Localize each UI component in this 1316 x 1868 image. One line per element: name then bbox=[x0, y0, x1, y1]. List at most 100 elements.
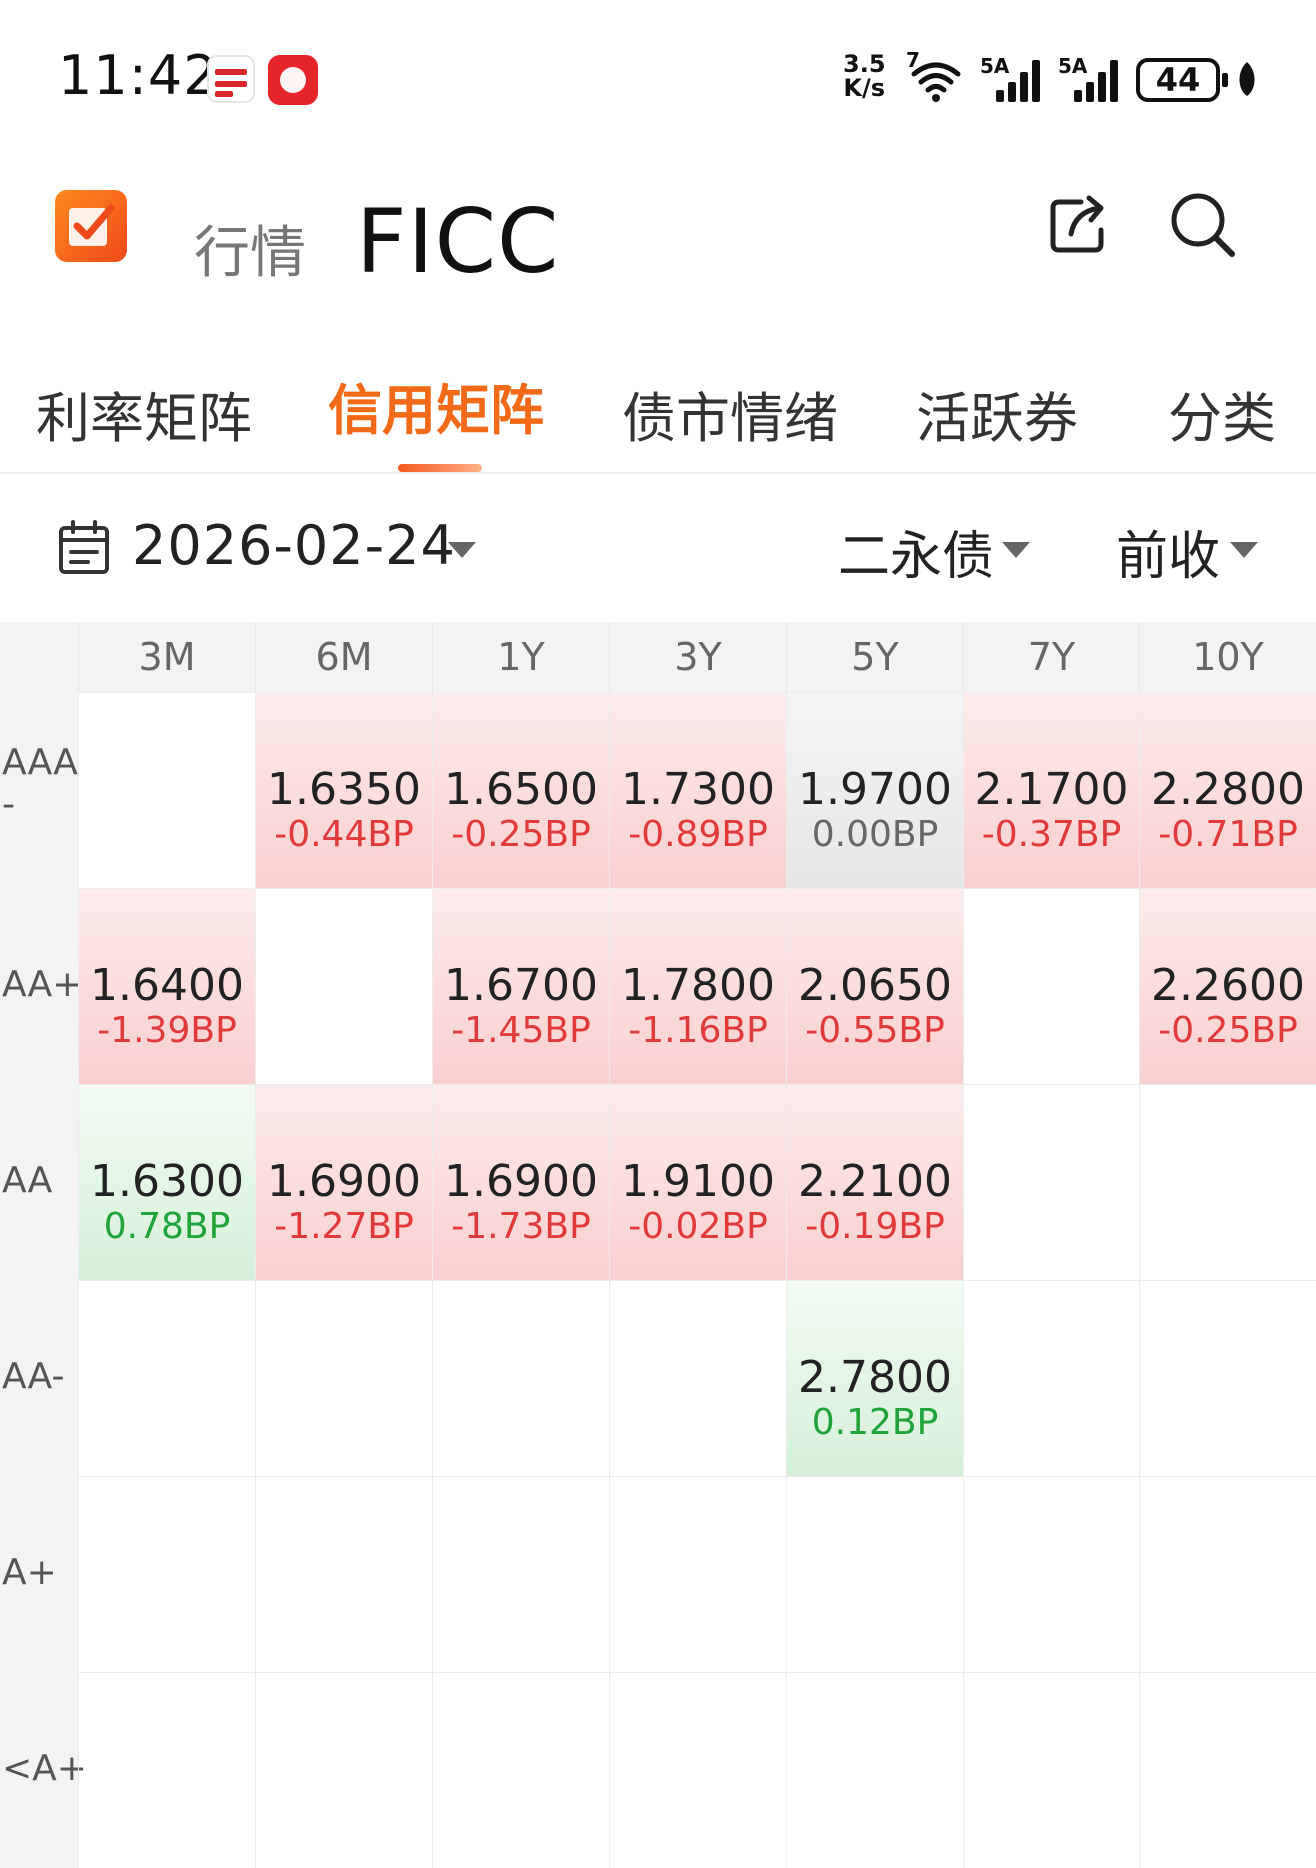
search-icon[interactable] bbox=[1168, 190, 1238, 260]
change-value: -0.37BP bbox=[981, 814, 1122, 855]
change-value: -0.25BP bbox=[451, 814, 591, 855]
col-header-3m[interactable]: 3M bbox=[78, 622, 255, 692]
filter-bar: 2026-02-24 二永债 前收 bbox=[0, 474, 1316, 622]
matrix-cell bbox=[432, 1280, 609, 1476]
matrix-cell[interactable]: 1.9100 -0.02BP bbox=[609, 1084, 786, 1280]
calendar-icon bbox=[59, 520, 109, 574]
change-value: -0.55BP bbox=[805, 1010, 945, 1051]
bond-type-value: 二永债 bbox=[838, 527, 995, 587]
yield-value: 1.7300 bbox=[621, 764, 775, 815]
matrix-cell[interactable]: 1.6900 -1.27BP bbox=[255, 1084, 432, 1280]
change-value: 0.00BP bbox=[811, 814, 939, 855]
battery-icon: 44 bbox=[1136, 58, 1228, 102]
matrix-cell[interactable]: 1.6300 0.78BP bbox=[78, 1084, 255, 1280]
row-label: AA- bbox=[0, 1280, 78, 1476]
matrix-cell[interactable]: 1.6500 -0.25BP bbox=[432, 692, 609, 888]
matrix-cell bbox=[609, 1476, 786, 1672]
matrix-cell bbox=[78, 1672, 255, 1868]
col-header-1y[interactable]: 1Y bbox=[432, 622, 609, 692]
yield-value: 1.6900 bbox=[444, 1156, 598, 1207]
yield-value: 1.9700 bbox=[798, 764, 952, 815]
row-label: AAA - bbox=[0, 692, 78, 888]
price-basis-value: 前收 bbox=[1116, 527, 1221, 587]
share-icon[interactable] bbox=[1043, 190, 1113, 260]
col-header-7y[interactable]: 7Y bbox=[963, 622, 1139, 692]
row-label: AA+ bbox=[0, 888, 82, 1084]
change-value: -0.02BP bbox=[628, 1206, 768, 1247]
matrix-cell bbox=[963, 1280, 1139, 1476]
matrix-cell bbox=[78, 1280, 255, 1476]
tab-bond-sentiment[interactable]: 债市情绪 bbox=[622, 374, 838, 453]
tab-credit-matrix[interactable]: 信用矩阵 bbox=[328, 366, 544, 445]
matrix-cell[interactable]: 1.7800 -1.16BP bbox=[609, 888, 786, 1084]
status-time: 11:42 bbox=[58, 44, 219, 107]
matrix-cell bbox=[78, 692, 255, 888]
battery-level: 44 bbox=[1155, 61, 1201, 99]
matrix-cell[interactable]: 1.6700 -1.45BP bbox=[432, 888, 609, 1084]
matrix-cell bbox=[432, 1672, 609, 1868]
matrix-cell bbox=[255, 1672, 432, 1868]
matrix-cell bbox=[432, 1476, 609, 1672]
section-label[interactable]: 行情 bbox=[194, 208, 306, 289]
matrix-cell bbox=[255, 1476, 432, 1672]
matrix-cell[interactable]: 2.2100 -0.19BP bbox=[786, 1084, 963, 1280]
matrix-cell[interactable]: 2.0650 -0.55BP bbox=[786, 888, 963, 1084]
bond-type-dropdown-icon bbox=[1002, 542, 1030, 558]
change-value: -0.89BP bbox=[628, 814, 768, 855]
col-header-10y[interactable]: 10Y bbox=[1139, 622, 1316, 692]
matrix-cell bbox=[963, 1476, 1139, 1672]
news-app-notification-icon bbox=[207, 55, 255, 103]
yield-value: 2.0650 bbox=[798, 960, 952, 1011]
yield-value: 1.6700 bbox=[444, 960, 598, 1011]
change-value: -1.45BP bbox=[451, 1010, 591, 1051]
matrix-cell bbox=[786, 1476, 963, 1672]
status-bar: 11:42 3.5 K/s 7 5A 5A 44 bbox=[0, 0, 1316, 160]
yield-value: 2.2600 bbox=[1151, 960, 1305, 1011]
row-label: <A+ bbox=[0, 1672, 87, 1868]
matrix-cell bbox=[1139, 1672, 1316, 1868]
yield-value: 1.6500 bbox=[444, 764, 598, 815]
shopping-app-notification-icon bbox=[268, 55, 318, 105]
matrix-cell[interactable]: 2.1700 -0.37BP bbox=[963, 692, 1139, 888]
matrix-cell bbox=[963, 1084, 1139, 1280]
app-logo[interactable] bbox=[55, 190, 127, 262]
col-header-5y[interactable]: 5Y bbox=[786, 622, 963, 692]
sim2-signal-icon bbox=[1068, 56, 1124, 102]
tab-active-bonds[interactable]: 活跃券 bbox=[916, 374, 1078, 453]
yield-value: 2.2100 bbox=[798, 1156, 952, 1207]
matrix-cell[interactable]: 2.2800 -0.71BP bbox=[1139, 692, 1316, 888]
matrix-cell bbox=[255, 888, 432, 1084]
matrix-cell bbox=[609, 1280, 786, 1476]
date-dropdown-icon bbox=[448, 542, 476, 558]
yield-value: 2.2800 bbox=[1151, 764, 1305, 815]
date-value: 2026-02-24 bbox=[132, 514, 456, 577]
row-label: AA bbox=[0, 1084, 78, 1280]
page-title: FICC bbox=[356, 190, 560, 293]
col-header-6m[interactable]: 6M bbox=[255, 622, 432, 692]
tab-bar: 利率矩阵 信用矩阵 债市情绪 活跃券 分类 bbox=[0, 360, 1316, 474]
change-value: -1.16BP bbox=[628, 1010, 768, 1051]
matrix-cell bbox=[786, 1672, 963, 1868]
matrix-cell[interactable]: 1.6400 -1.39BP bbox=[78, 888, 255, 1084]
col-header-3y[interactable]: 3Y bbox=[609, 622, 786, 692]
matrix-cell bbox=[609, 1672, 786, 1868]
tab-rate-matrix[interactable]: 利率矩阵 bbox=[36, 374, 252, 453]
power-saving-leaf-icon bbox=[1239, 62, 1255, 96]
matrix-cell[interactable]: 1.7300 -0.89BP bbox=[609, 692, 786, 888]
tab-categories[interactable]: 分类 bbox=[1168, 374, 1276, 453]
matrix-cell bbox=[78, 1476, 255, 1672]
matrix-cell[interactable]: 2.2600 -0.25BP bbox=[1139, 888, 1316, 1084]
checkmark-icon bbox=[69, 204, 115, 246]
yield-value: 1.6300 bbox=[90, 1156, 244, 1207]
change-value: -0.44BP bbox=[274, 814, 414, 855]
change-value: -1.27BP bbox=[274, 1206, 414, 1247]
matrix-cell bbox=[1139, 1084, 1316, 1280]
matrix-cell[interactable]: 2.7800 0.12BP bbox=[786, 1280, 963, 1476]
matrix-cell bbox=[963, 1672, 1139, 1868]
matrix-cell[interactable]: 1.6900 -1.73BP bbox=[432, 1084, 609, 1280]
matrix-cell bbox=[1139, 1476, 1316, 1672]
matrix-cell[interactable]: 1.6350 -0.44BP bbox=[255, 692, 432, 888]
matrix-cell[interactable]: 1.9700 0.00BP bbox=[786, 692, 963, 888]
matrix-cell bbox=[1139, 1280, 1316, 1476]
change-value: -0.25BP bbox=[1158, 1010, 1298, 1051]
